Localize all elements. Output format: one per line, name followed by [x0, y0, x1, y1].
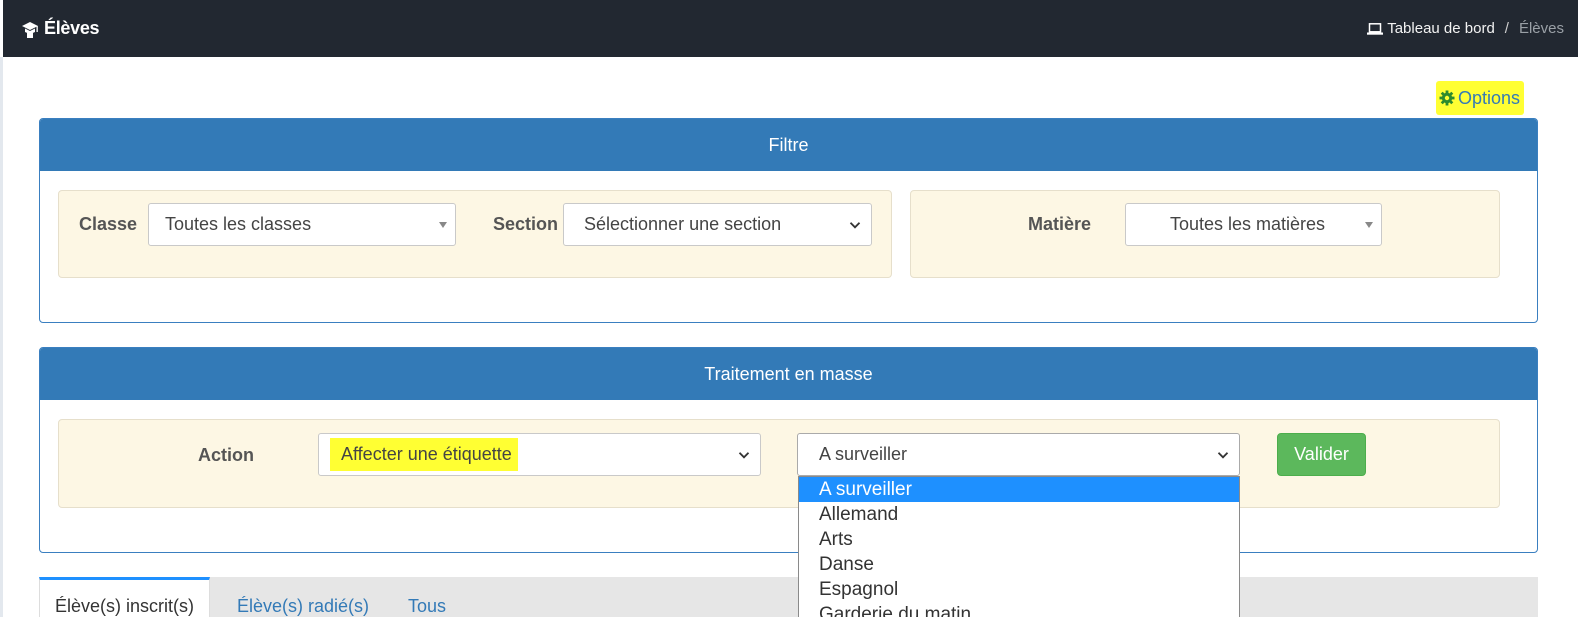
- caret-down-icon: [1365, 221, 1373, 228]
- breadcrumb-separator: /: [1504, 20, 1509, 37]
- top-navbar: Élèves Tableau de bord / Élèves: [3, 0, 1578, 57]
- options-link[interactable]: Options: [1436, 81, 1524, 115]
- chevron-down-icon: [1217, 449, 1229, 461]
- filter-panel-title: Filtre: [40, 119, 1537, 171]
- section-select-value: Sélectionner une section: [584, 214, 782, 234]
- section-select[interactable]: Sélectionner une section: [563, 203, 872, 246]
- matiere-select[interactable]: Toutes les matières: [1125, 203, 1382, 246]
- options-label: Options: [1458, 87, 1521, 108]
- gear-icon: [1439, 90, 1455, 106]
- breadcrumb: Tableau de bord / Élèves: [1367, 20, 1564, 37]
- app-title-text: Élèves: [44, 18, 100, 38]
- app-title: Élèves: [21, 18, 100, 39]
- tag-select-value: A surveiller: [819, 444, 908, 464]
- classe-label: Classe: [79, 214, 138, 234]
- tab-label: Tous: [408, 596, 447, 616]
- tab-eleves-radies[interactable]: Élève(s) radié(s): [237, 577, 369, 617]
- student-icon: [21, 20, 39, 38]
- tab-label: Élève(s) radié(s): [237, 596, 370, 616]
- chevron-down-icon: [738, 449, 750, 461]
- matiere-select-value: Toutes les matières: [1169, 214, 1326, 234]
- matiere-label: Matière: [1028, 214, 1092, 234]
- dropdown-option[interactable]: Danse: [799, 552, 1239, 577]
- dropdown-option[interactable]: Espagnol: [799, 577, 1239, 602]
- classe-select-value: Toutes les classes: [165, 214, 312, 234]
- student-tabs: Élève(s) inscrit(s) Élève(s) radié(s) To…: [39, 577, 1538, 617]
- tab-tous[interactable]: Tous: [408, 577, 446, 617]
- tag-select[interactable]: A surveiller: [797, 433, 1240, 476]
- dropdown-option[interactable]: A surveiller: [799, 477, 1239, 502]
- classe-select[interactable]: Toutes les classes: [148, 203, 456, 246]
- chevron-down-icon: [849, 219, 861, 231]
- dropdown-option[interactable]: Arts: [799, 527, 1239, 552]
- breadcrumb-home-link[interactable]: Tableau de bord: [1367, 20, 1495, 37]
- dropdown-option[interactable]: Allemand: [799, 502, 1239, 527]
- valider-button[interactable]: Valider: [1277, 433, 1366, 476]
- action-select[interactable]: Affecter une étiquette: [318, 433, 761, 476]
- action-select-value: Affecter une étiquette: [330, 438, 518, 471]
- caret-down-icon: [439, 221, 447, 228]
- left-border: [0, 57, 3, 617]
- section-label: Section: [493, 214, 559, 234]
- tag-dropdown-list: A surveiller Allemand Arts Danse Espagno…: [798, 476, 1240, 617]
- dropdown-option[interactable]: Garderie du matin: [799, 602, 1239, 617]
- laptop-icon: [1367, 22, 1384, 35]
- tab-label: Élève(s) inscrit(s): [54, 596, 194, 616]
- tab-eleves-inscrits[interactable]: Élève(s) inscrit(s): [39, 577, 210, 617]
- mass-treatment-title: Traitement en masse: [40, 348, 1537, 400]
- breadcrumb-current: Élèves: [1518, 20, 1564, 37]
- action-label: Action: [198, 445, 254, 465]
- breadcrumb-home-label: Tableau de bord: [1387, 20, 1495, 37]
